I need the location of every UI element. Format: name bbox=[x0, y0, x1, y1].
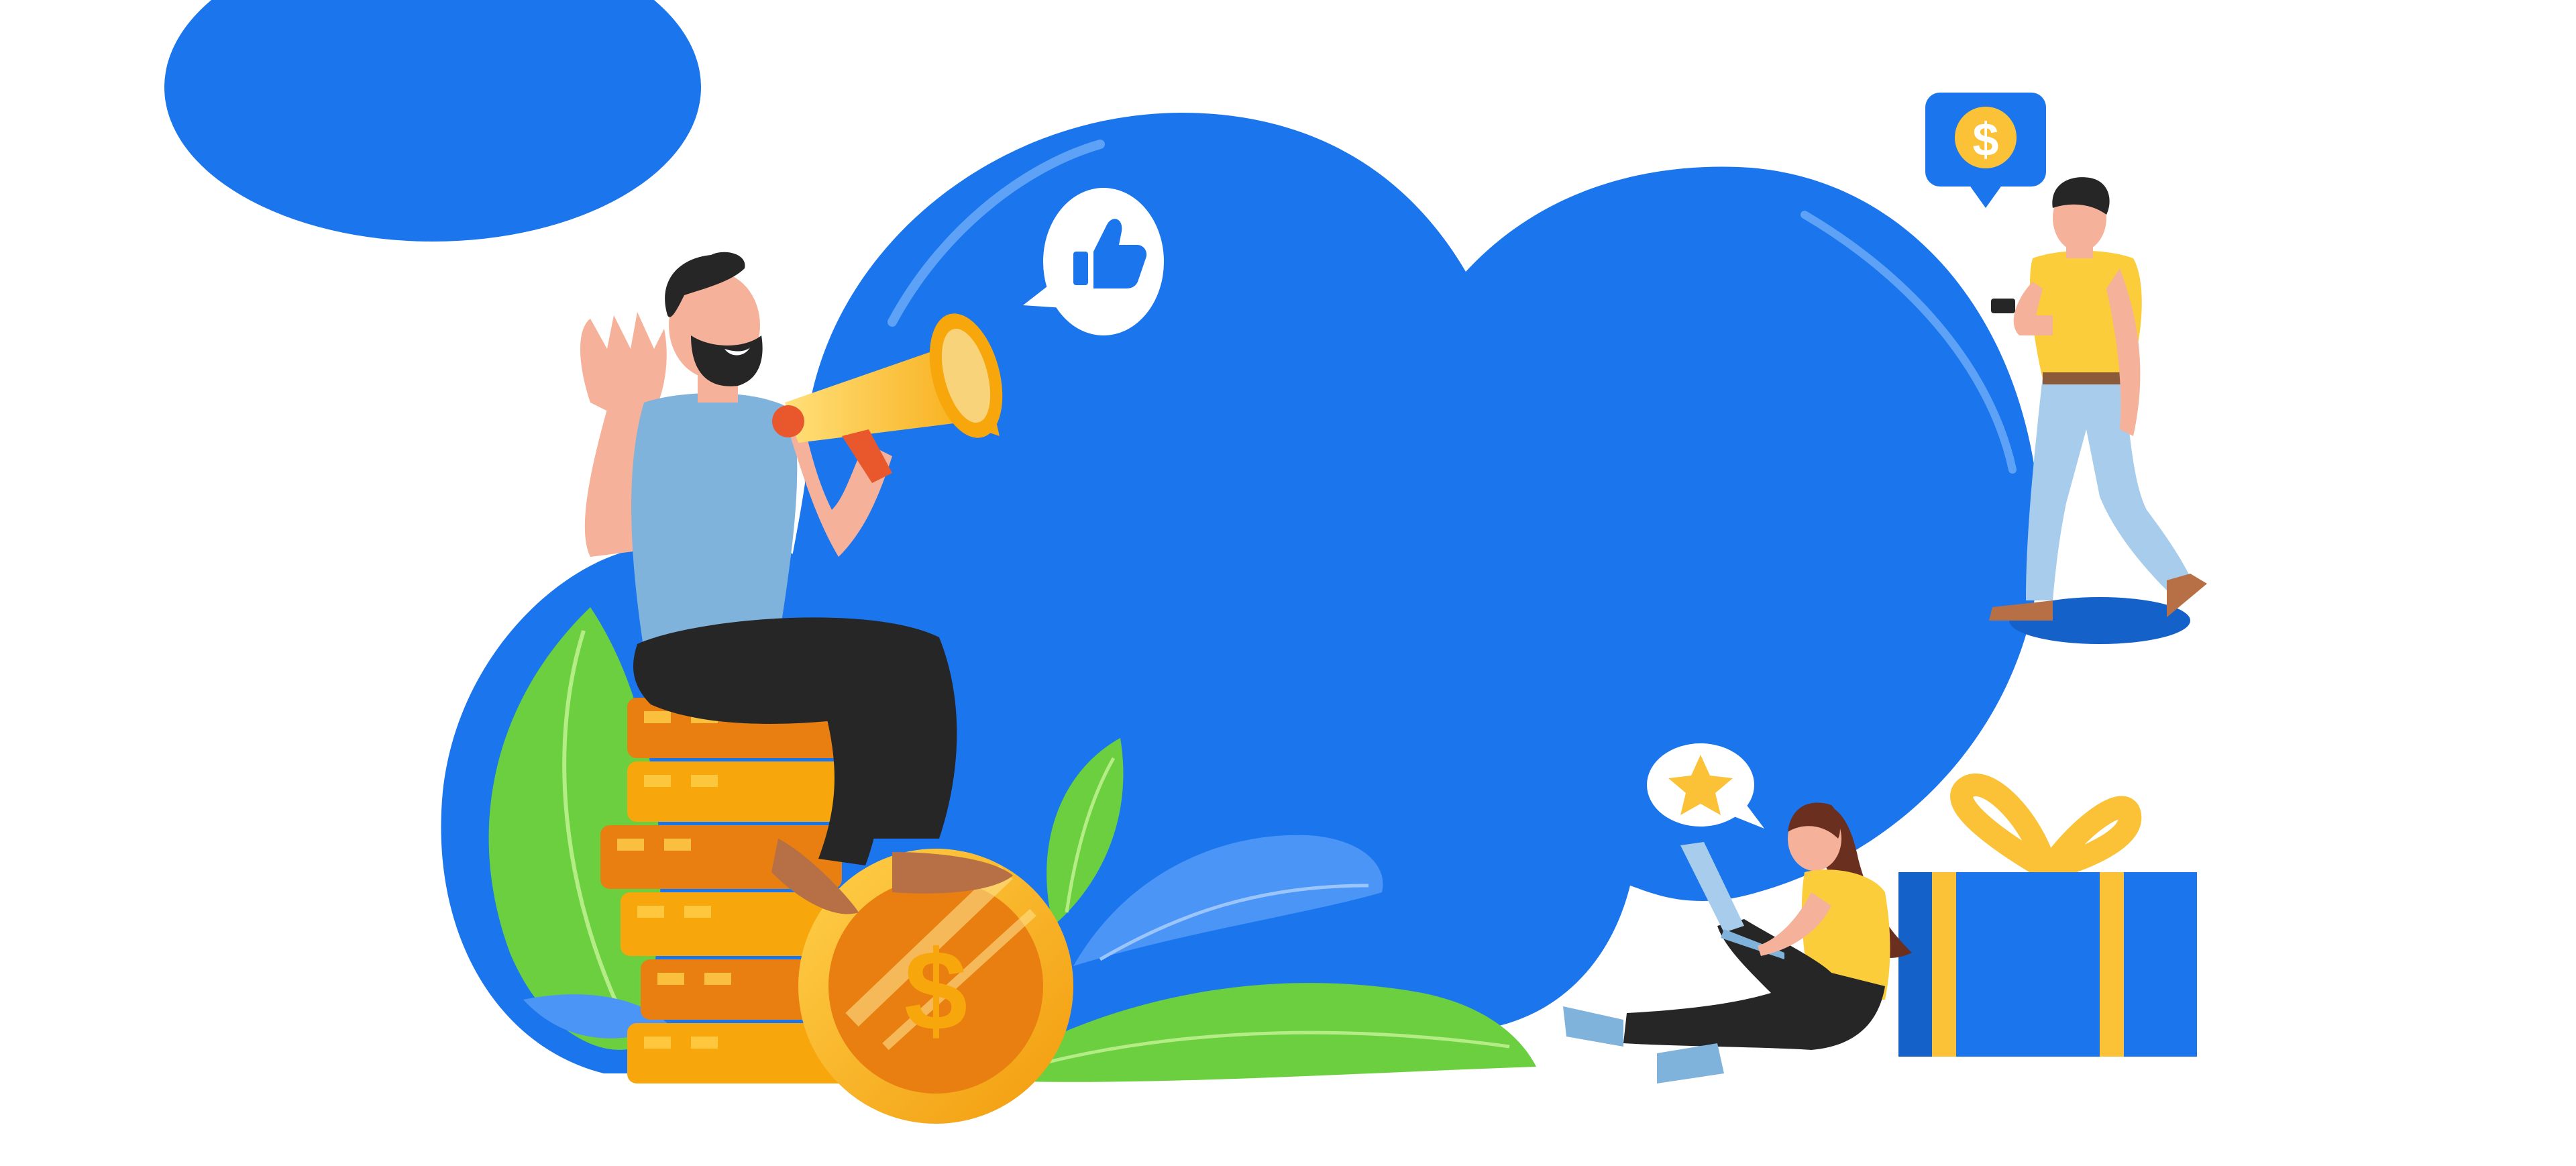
background-blobs bbox=[164, 0, 2041, 1073]
belt bbox=[2043, 372, 2127, 384]
foot-front bbox=[1657, 1043, 1724, 1083]
dollar-bubble: $ bbox=[1925, 93, 2046, 208]
feet bbox=[1563, 1006, 1623, 1047]
dollar-icon: $ bbox=[904, 927, 968, 1055]
dollar-icon: $ bbox=[1973, 113, 1999, 166]
coin-layer bbox=[627, 761, 849, 822]
gift-box-icon bbox=[1898, 773, 2197, 1057]
referral-illustration: $ $ bbox=[164, 0, 2207, 1124]
phone bbox=[1991, 299, 2015, 313]
shoe-right bbox=[2167, 574, 2207, 617]
blue-shirt bbox=[631, 393, 798, 651]
jeans bbox=[2026, 376, 2190, 600]
bow-right bbox=[2022, 796, 2142, 888]
top-left-blob bbox=[164, 0, 701, 242]
bow-left bbox=[1950, 773, 2065, 893]
ribbon-left bbox=[1932, 872, 1956, 1057]
ribbon-right bbox=[2100, 872, 2124, 1057]
